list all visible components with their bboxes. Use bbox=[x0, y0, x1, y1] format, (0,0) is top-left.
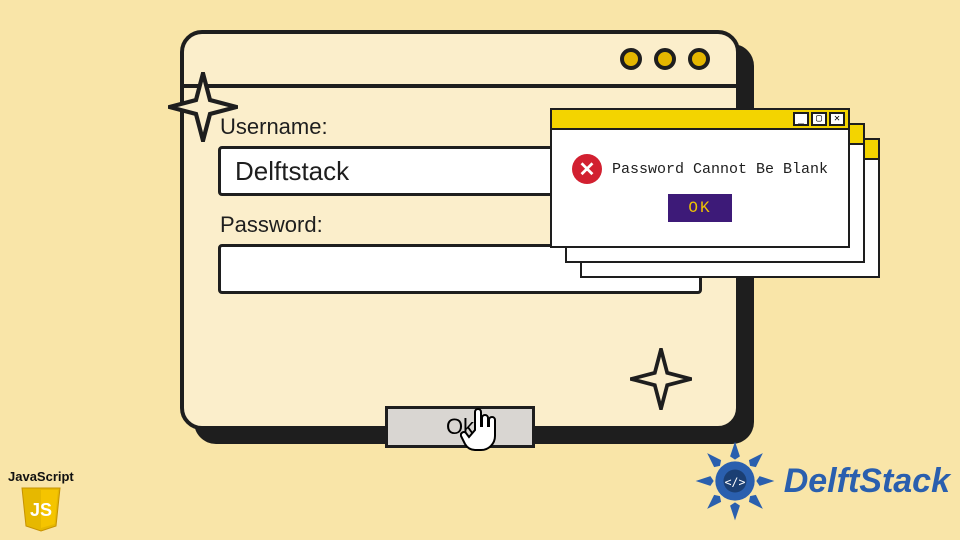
sparkle-icon bbox=[168, 72, 238, 142]
maximize-button[interactable]: ▢ bbox=[811, 112, 827, 126]
delftstack-label: DelftStack bbox=[784, 462, 950, 501]
error-icon: ✕ bbox=[572, 154, 602, 184]
popup-message: Password Cannot Be Blank bbox=[612, 161, 828, 178]
titlebar-dot[interactable] bbox=[620, 48, 642, 70]
js-badge-text: JS bbox=[30, 500, 52, 520]
popup-message-row: ✕ Password Cannot Be Blank bbox=[572, 154, 828, 184]
javascript-label: JavaScript bbox=[8, 469, 74, 484]
sparkle-icon bbox=[630, 348, 692, 410]
cursor-hand-icon bbox=[460, 406, 502, 454]
popup-body: ✕ Password Cannot Be Blank OK bbox=[552, 130, 848, 246]
minimize-button[interactable]: _ bbox=[793, 112, 809, 126]
delftstack-medallion-icon: </> bbox=[694, 440, 776, 522]
titlebar-dot[interactable] bbox=[688, 48, 710, 70]
javascript-logo: JavaScript JS bbox=[8, 469, 74, 532]
delftstack-logo: </> DelftStack bbox=[694, 440, 950, 522]
popup-ok-button[interactable]: OK bbox=[668, 194, 731, 222]
window-titlebar bbox=[184, 34, 736, 88]
error-popup-stack: _ ▢ ✕ ✕ Password Cannot Be Blank OK bbox=[550, 108, 880, 273]
close-button[interactable]: ✕ bbox=[829, 112, 845, 126]
svg-text:</>: </> bbox=[724, 475, 745, 489]
titlebar-dot[interactable] bbox=[654, 48, 676, 70]
popup-titlebar[interactable]: _ ▢ ✕ bbox=[552, 110, 848, 130]
error-popup: _ ▢ ✕ ✕ Password Cannot Be Blank OK bbox=[550, 108, 850, 248]
js-shield-icon: JS bbox=[20, 486, 62, 532]
